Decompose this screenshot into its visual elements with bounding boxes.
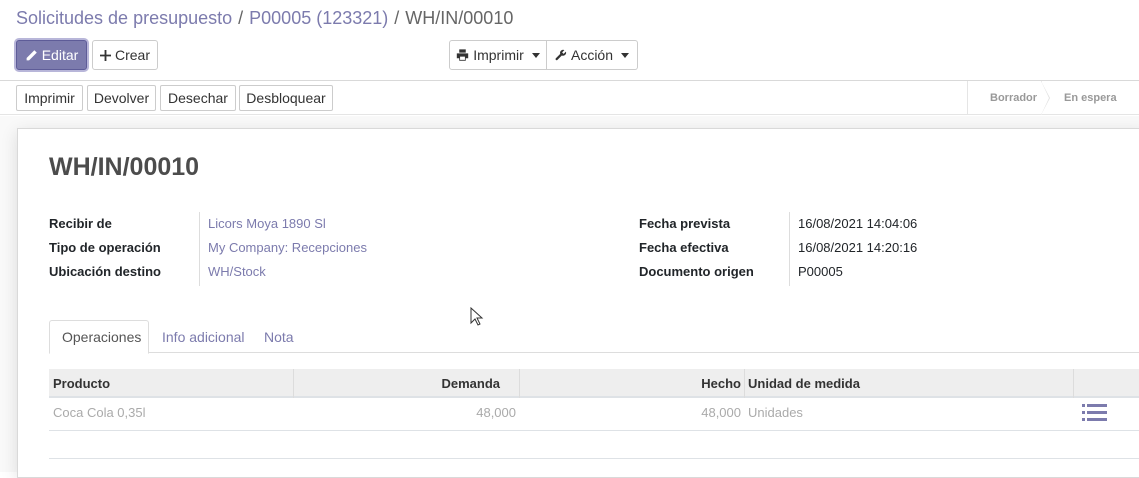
notebook-tabs: Operaciones Info adicional Nota: [49, 320, 1139, 354]
tab-note[interactable]: Nota: [252, 320, 306, 353]
unlock-button[interactable]: Desbloquear: [239, 85, 333, 111]
column-header-unit[interactable]: Unidad de medida: [745, 369, 1074, 398]
stage-arrow-inner: [1041, 81, 1049, 115]
breadcrumb-separator: /: [238, 8, 244, 28]
column-header-done[interactable]: Hecho: [520, 369, 745, 398]
pencil-icon: [25, 49, 38, 62]
cell-unit: Unidades: [748, 405, 803, 420]
print-button[interactable]: Imprimir: [16, 85, 83, 111]
printer-icon: [456, 49, 469, 61]
field-label-scheduled-date: Fecha prevista: [639, 216, 731, 231]
field-label-operation-type: Tipo de operación: [49, 240, 161, 255]
breadcrumb-current: WH/IN/00010: [405, 8, 514, 28]
column-header-demand[interactable]: Demanda: [294, 369, 520, 398]
wrench-icon: [555, 49, 567, 61]
status-bar: Imprimir Devolver Desechar Desbloquear B…: [0, 81, 1139, 115]
control-panel: Solicitudes de presupuesto / P00005 (12332…: [0, 0, 1139, 81]
field-label-effective-date: Fecha efectiva: [639, 240, 729, 255]
action-dropdown-button[interactable]: Acción: [547, 40, 638, 70]
table-footer-divider: [49, 458, 1139, 459]
stage-bar: Borrador En espera: [967, 81, 1139, 115]
edit-button[interactable]: Editar: [16, 40, 87, 70]
chevron-down-icon: [531, 52, 540, 58]
record-title: WH/IN/00010: [49, 153, 200, 181]
field-value-receive-from[interactable]: Licors Moya 1890 Sl: [208, 216, 326, 231]
stage-draft: Borrador: [967, 81, 1050, 115]
tab-operations[interactable]: Operaciones: [49, 320, 149, 354]
field-divider: [789, 212, 790, 286]
breadcrumb-separator: /: [394, 8, 400, 28]
cell-demand: 48,000: [476, 405, 516, 420]
detailed-operations-icon[interactable]: [1082, 398, 1108, 428]
column-header-product[interactable]: Producto: [49, 369, 294, 398]
field-value-scheduled-date: 16/08/2021 14:04:06: [798, 216, 918, 231]
stage-draft-label: Borrador: [990, 92, 1038, 104]
table-header: Producto Demanda Hecho Unidad de medida: [49, 369, 1139, 398]
field-label-destination: Ubicación destino: [49, 264, 161, 279]
breadcrumb-item-purchase-order[interactable]: P00005 (123321): [249, 8, 388, 28]
field-label-receive-from: Recibir de: [49, 216, 112, 231]
field-divider: [199, 212, 200, 286]
return-button[interactable]: Devolver: [87, 85, 156, 111]
breadcrumb: Solicitudes de presupuesto / P00005 (12332…: [16, 8, 513, 29]
cell-product: Coca Cola 0,35l: [53, 405, 146, 420]
field-value-effective-date: 16/08/2021 14:20:16: [798, 240, 918, 255]
scrap-button[interactable]: Desechar: [160, 85, 236, 111]
table-row[interactable]: Coca Cola 0,35l 48,000 48,000 Unidades: [49, 398, 1139, 431]
stage-waiting: En espera: [1041, 81, 1139, 115]
create-button[interactable]: Crear: [92, 40, 158, 70]
print-dropdown-button[interactable]: Imprimir: [449, 40, 547, 70]
mouse-cursor-icon: [470, 306, 484, 327]
action-dropdown-label: Acción: [570, 47, 614, 63]
edit-button-label: Editar: [41, 47, 79, 63]
print-dropdown-label: Imprimir: [473, 47, 524, 63]
chevron-down-icon: [621, 52, 630, 58]
create-button-label: Crear: [114, 47, 150, 63]
field-value-source-document: P00005: [798, 264, 843, 279]
field-value-operation-type[interactable]: My Company: Recepciones: [208, 240, 367, 255]
cell-done: 48,000: [701, 405, 741, 420]
stage-waiting-label: En espera: [1064, 92, 1117, 104]
plus-icon: [99, 49, 111, 61]
field-label-source-document: Documento origen: [639, 264, 754, 279]
field-value-destination[interactable]: WH/Stock: [208, 264, 266, 279]
tab-additional-info[interactable]: Info adicional: [150, 320, 257, 353]
breadcrumb-item-quotations[interactable]: Solicitudes de presupuesto: [16, 8, 232, 28]
